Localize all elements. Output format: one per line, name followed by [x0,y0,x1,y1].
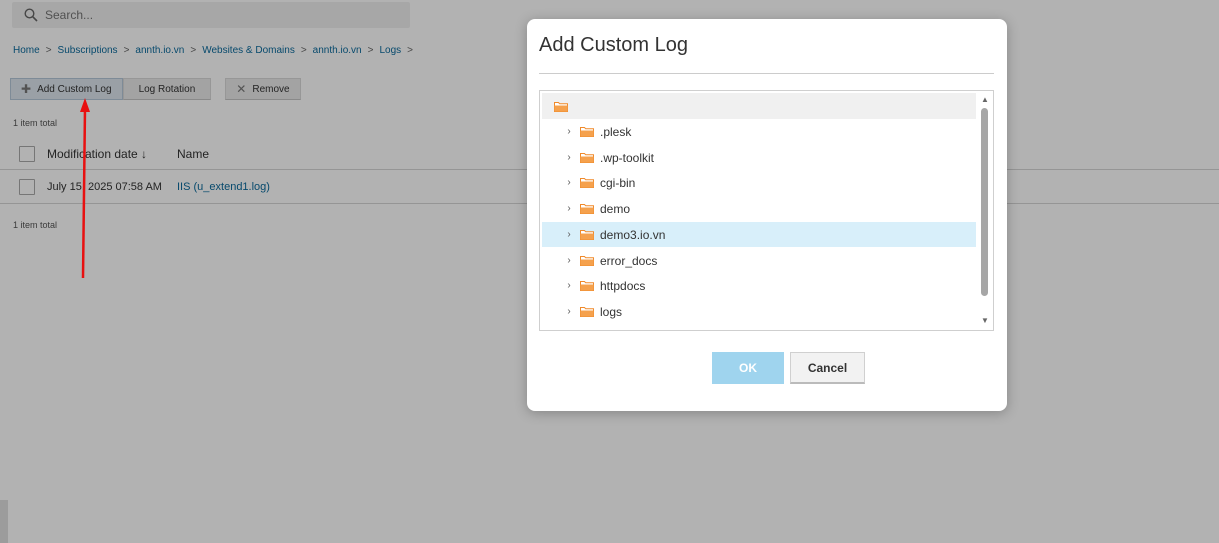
folder-node[interactable]: › httpdocs [542,273,976,298]
folder-label: httpdocs [600,278,646,293]
folder-icon [580,281,594,291]
tree-root-folder[interactable] [542,93,976,119]
folder-label: .plesk [600,124,632,139]
scroll-down-arrow[interactable]: ▼ [978,314,992,328]
folder-node[interactable]: › logs [542,299,976,324]
expand-chevron-icon[interactable]: › [564,177,574,188]
expand-chevron-icon[interactable]: › [564,306,574,317]
dialog-title: Add Custom Log [539,34,688,56]
folder-icon [580,256,594,266]
scroll-up-arrow[interactable]: ▲ [978,93,992,107]
folder-open-icon [554,101,568,112]
folder-node[interactable]: › cgi-bin [542,170,976,195]
expand-chevron-icon[interactable]: › [564,280,574,291]
left-edge-bar [0,500,8,543]
add-custom-log-dialog: Add Custom Log › .plesk › .wp-toolkit › cgi-b… [527,19,1007,411]
folder-node[interactable]: › .plesk [542,119,976,144]
folder-icon [580,230,594,240]
folder-icon [580,178,594,188]
folder-label: .wp-toolkit [600,150,655,165]
tree-scrollbar[interactable]: ▲ ▼ [978,91,992,330]
expand-chevron-icon[interactable]: › [564,255,574,266]
folder-node[interactable]: › .wp-toolkit [542,145,976,170]
folder-label: demo3.io.vn [600,227,666,242]
folder-icon [580,127,594,137]
folder-icon [580,307,594,317]
expand-chevron-icon[interactable]: › [564,126,574,137]
cancel-button[interactable]: Cancel [790,352,865,384]
folder-node[interactable]: › error_docs [542,248,976,273]
folder-label: cgi-bin [600,175,636,190]
folder-icon [580,204,594,214]
folder-icon [580,153,594,163]
expand-chevron-icon[interactable]: › [564,152,574,163]
folder-tree: › .plesk › .wp-toolkit › cgi-bin › demo › demo3.i… [539,90,994,331]
folder-node[interactable]: › demo [542,196,976,221]
expand-chevron-icon[interactable]: › [564,229,574,240]
folder-label: logs [600,304,623,319]
ok-button[interactable]: OK [712,352,784,384]
folder-label: demo [600,201,631,216]
folder-label: error_docs [600,253,658,268]
scroll-thumb[interactable] [981,108,988,296]
dialog-divider [539,73,994,74]
expand-chevron-icon[interactable]: › [564,203,574,214]
folder-node[interactable]: › demo3.io.vn [542,222,976,247]
